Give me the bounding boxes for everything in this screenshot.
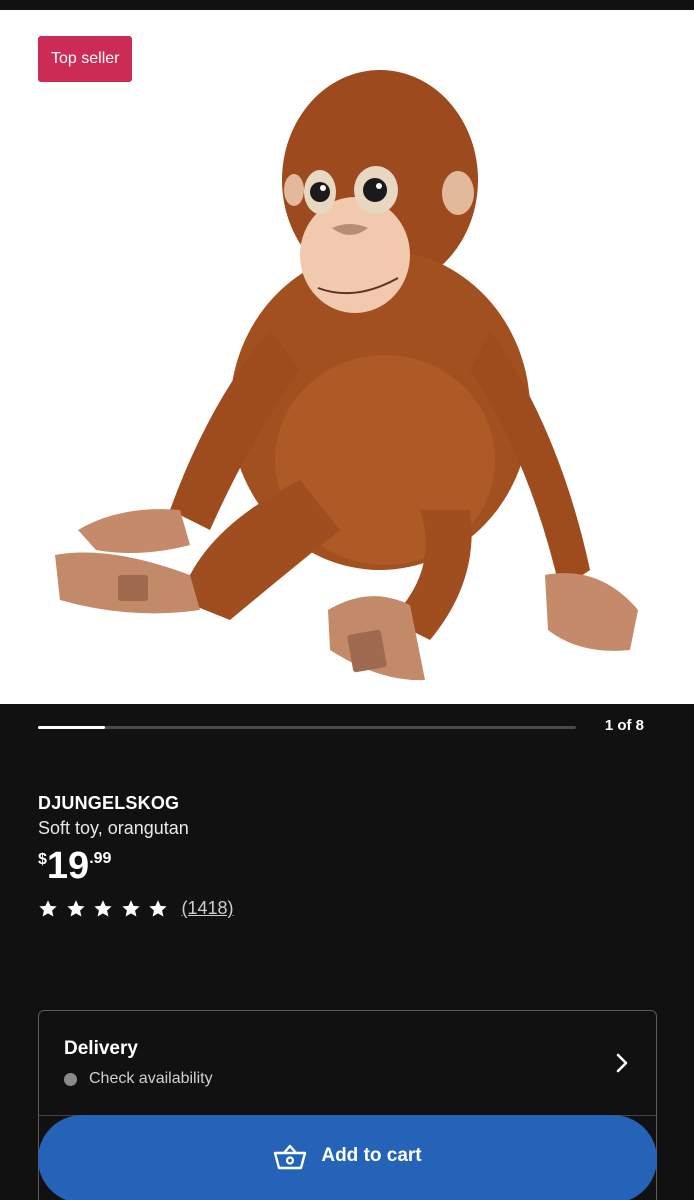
star-icon <box>94 899 112 916</box>
price-fraction: .99 <box>89 850 112 867</box>
product-image <box>55 70 638 681</box>
product-price: $ 19 .99 <box>38 845 111 887</box>
price-whole: 19 <box>46 845 90 887</box>
add-to-cart-label: Add to cart <box>321 1145 422 1166</box>
delivery-title: Delivery <box>64 1038 138 1059</box>
product-description: Soft toy, orangutan <box>38 818 189 838</box>
product-rating[interactable]: (1418) <box>38 898 234 919</box>
status-strip <box>0 0 694 10</box>
star-icon <box>149 899 167 916</box>
gallery-indicator: 1 of 8 <box>0 704 694 750</box>
star-icon <box>39 899 57 916</box>
product-name: DJUNGELSKOG <box>38 793 180 813</box>
star-icon <box>66 899 85 916</box>
price-currency: $ <box>38 851 47 868</box>
gallery-progress-fill <box>38 726 106 729</box>
delivery-status: Check availability <box>89 1070 213 1087</box>
product-image-gallery[interactable]: Top seller <box>0 10 694 704</box>
gallery-progress-track <box>38 726 576 729</box>
star-icon <box>121 899 140 916</box>
basket-icon <box>274 1144 307 1170</box>
chevron-right-icon[interactable] <box>610 1051 634 1075</box>
add-to-cart-button[interactable]: Add to cart <box>38 1115 657 1200</box>
availability-status-dot <box>64 1073 77 1086</box>
gallery-page-counter: 1 of 8 <box>604 717 644 734</box>
top-seller-badge: Top seller <box>38 36 133 82</box>
review-count-link[interactable]: (1418) <box>182 898 234 919</box>
